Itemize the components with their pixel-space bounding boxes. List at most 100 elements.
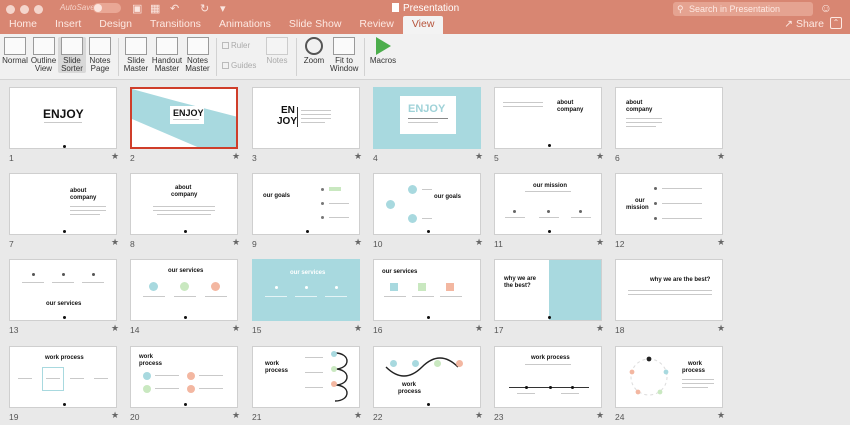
star-icon[interactable]: ★ bbox=[354, 237, 362, 248]
close-window-button[interactable] bbox=[6, 5, 15, 14]
slide-thumbnail-7[interactable]: about company 7 ★ bbox=[9, 173, 126, 251]
star-icon[interactable]: ★ bbox=[354, 410, 362, 421]
zoom-window-button[interactable] bbox=[34, 5, 43, 14]
share-icon: ↗ bbox=[784, 18, 796, 30]
star-icon[interactable]: ★ bbox=[717, 410, 725, 421]
slide-thumbnail-24[interactable]: work process 24 ★ bbox=[615, 346, 732, 424]
tab-insert[interactable]: Insert bbox=[46, 16, 90, 34]
fit-to-window-button[interactable]: Fit to Window bbox=[330, 37, 358, 73]
star-icon[interactable]: ★ bbox=[232, 410, 240, 421]
normal-view-button[interactable]: Normal bbox=[2, 37, 28, 65]
autosave-toggle[interactable] bbox=[93, 3, 121, 13]
slide-thumbnail-2[interactable]: ENJOY 2 ★ bbox=[130, 87, 247, 165]
tab-view[interactable]: View bbox=[402, 16, 444, 34]
slide-body-text bbox=[682, 379, 714, 380]
slide-thumbnail-5[interactable]: about company 5 ★ bbox=[494, 87, 611, 165]
slide-thumbnail-6[interactable]: about company 6 ★ bbox=[615, 87, 732, 165]
macros-button[interactable]: Macros bbox=[368, 37, 398, 65]
slide-thumbnail-19[interactable]: work process 19 ★ bbox=[9, 346, 126, 424]
document-title-text: Presentation bbox=[403, 3, 460, 14]
star-icon[interactable]: ★ bbox=[475, 410, 483, 421]
handout-master-button[interactable]: Handout Master bbox=[151, 37, 183, 73]
slide-sorter-button[interactable]: Slide Sorter bbox=[58, 37, 86, 73]
guides-check-icon bbox=[222, 62, 229, 69]
slide-thumbnail-22[interactable]: work process 22 ★ bbox=[373, 346, 490, 424]
star-icon[interactable]: ★ bbox=[475, 151, 483, 162]
slide-body-text bbox=[571, 217, 591, 218]
slide-number: 4 bbox=[373, 153, 378, 163]
star-icon[interactable]: ★ bbox=[354, 151, 362, 162]
slide-title-line-2: process bbox=[265, 368, 289, 374]
slide-thumbnail-14[interactable]: our services 14 ★ bbox=[130, 259, 247, 337]
slide-footer-dot bbox=[427, 403, 430, 406]
star-icon[interactable]: ★ bbox=[596, 151, 604, 162]
slide-thumbnail-17[interactable]: why we are the best? 17 ★ bbox=[494, 259, 611, 337]
star-icon[interactable]: ★ bbox=[111, 237, 119, 248]
tab-home[interactable]: Home bbox=[0, 16, 46, 34]
ruler-checkbox[interactable]: Ruler bbox=[222, 42, 250, 50]
slide-thumbnail-1[interactable]: ENJOY 1 ★ bbox=[9, 87, 126, 165]
redo-icon[interactable]: ↻ bbox=[200, 2, 209, 15]
slide-thumbnail-18[interactable]: why we are the best? 18 ★ bbox=[615, 259, 732, 337]
slide-thumbnail-15[interactable]: our services 15 ★ bbox=[252, 259, 369, 337]
slide-body-text bbox=[157, 214, 211, 215]
slide-thumbnail-8[interactable]: about company 8 ★ bbox=[130, 173, 247, 251]
slide-master-button[interactable]: Slide Master bbox=[122, 37, 150, 73]
star-icon[interactable]: ★ bbox=[596, 410, 604, 421]
slide-thumbnail-4[interactable]: ENJOY 4 ★ bbox=[373, 87, 490, 165]
outline-view-button[interactable]: Outline View bbox=[30, 37, 57, 73]
star-icon[interactable]: ★ bbox=[717, 323, 725, 334]
undo-icon[interactable]: ↶ bbox=[170, 2, 179, 15]
home-icon[interactable]: ▣ bbox=[132, 2, 142, 15]
slide-body-text bbox=[46, 378, 60, 379]
slide-footer-dot bbox=[548, 316, 551, 319]
star-icon[interactable]: ★ bbox=[475, 323, 483, 334]
zoom-button[interactable]: Zoom bbox=[302, 37, 326, 65]
tab-animations[interactable]: Animations bbox=[210, 16, 280, 34]
tab-review[interactable]: Review bbox=[350, 16, 402, 34]
star-icon[interactable]: ★ bbox=[596, 237, 604, 248]
slide-body-text bbox=[155, 388, 179, 389]
customize-toolbar-icon[interactable]: ▾ bbox=[220, 2, 226, 15]
minimize-window-button[interactable] bbox=[20, 5, 29, 14]
slide-7-canvas: about company bbox=[9, 173, 117, 235]
slide-18-canvas: why we are the best? bbox=[615, 259, 723, 321]
notes-master-button[interactable]: Notes Master bbox=[184, 37, 211, 73]
slide-thumbnail-3[interactable]: EN JOY 3 ★ bbox=[252, 87, 369, 165]
share-button[interactable]: ↗ Share bbox=[784, 18, 824, 30]
feedback-smiley-icon[interactable]: ☺ bbox=[820, 1, 832, 15]
star-icon[interactable]: ★ bbox=[717, 237, 725, 248]
collapse-ribbon-icon[interactable]: ⌃ bbox=[830, 17, 842, 29]
star-icon[interactable]: ★ bbox=[354, 323, 362, 334]
notes-button[interactable]: Notes bbox=[264, 37, 290, 65]
slide-6-canvas: about company bbox=[615, 87, 723, 149]
slide-thumbnail-11[interactable]: our mission 11 ★ bbox=[494, 173, 611, 251]
slide-thumbnail-21[interactable]: work process 21 ★ bbox=[252, 346, 369, 424]
slide-body-text bbox=[205, 296, 227, 297]
slide-thumbnail-16[interactable]: our services 16 ★ bbox=[373, 259, 490, 337]
star-icon[interactable]: ★ bbox=[232, 323, 240, 334]
tab-design[interactable]: Design bbox=[90, 16, 141, 34]
slide-thumbnail-23[interactable]: work process 23 ★ bbox=[494, 346, 611, 424]
star-icon[interactable]: ★ bbox=[111, 410, 119, 421]
slide-body-text bbox=[561, 393, 579, 394]
slide-thumbnail-20[interactable]: work process 20 ★ bbox=[130, 346, 247, 424]
share-label: Share bbox=[795, 18, 824, 30]
star-icon[interactable]: ★ bbox=[111, 323, 119, 334]
guides-checkbox[interactable]: Guides bbox=[222, 62, 256, 70]
tab-transitions[interactable]: Transitions bbox=[141, 16, 210, 34]
notes-page-button[interactable]: Notes Page bbox=[88, 37, 112, 73]
search-input[interactable]: ⚲ Search in Presentation bbox=[673, 2, 813, 16]
star-icon[interactable]: ★ bbox=[596, 323, 604, 334]
slide-thumbnail-9[interactable]: our goals 9 ★ bbox=[252, 173, 369, 251]
slide-thumbnail-13[interactable]: our services 13 ★ bbox=[9, 259, 126, 337]
star-icon[interactable]: ★ bbox=[232, 151, 240, 162]
star-icon[interactable]: ★ bbox=[475, 237, 483, 248]
tab-slide-show[interactable]: Slide Show bbox=[280, 16, 351, 34]
star-icon[interactable]: ★ bbox=[717, 151, 725, 162]
star-icon[interactable]: ★ bbox=[111, 151, 119, 162]
slide-thumbnail-12[interactable]: our mission 12 ★ bbox=[615, 173, 732, 251]
save-icon[interactable]: ▦ bbox=[150, 2, 160, 15]
slide-thumbnail-10[interactable]: our goals 10 ★ bbox=[373, 173, 490, 251]
star-icon[interactable]: ★ bbox=[232, 237, 240, 248]
